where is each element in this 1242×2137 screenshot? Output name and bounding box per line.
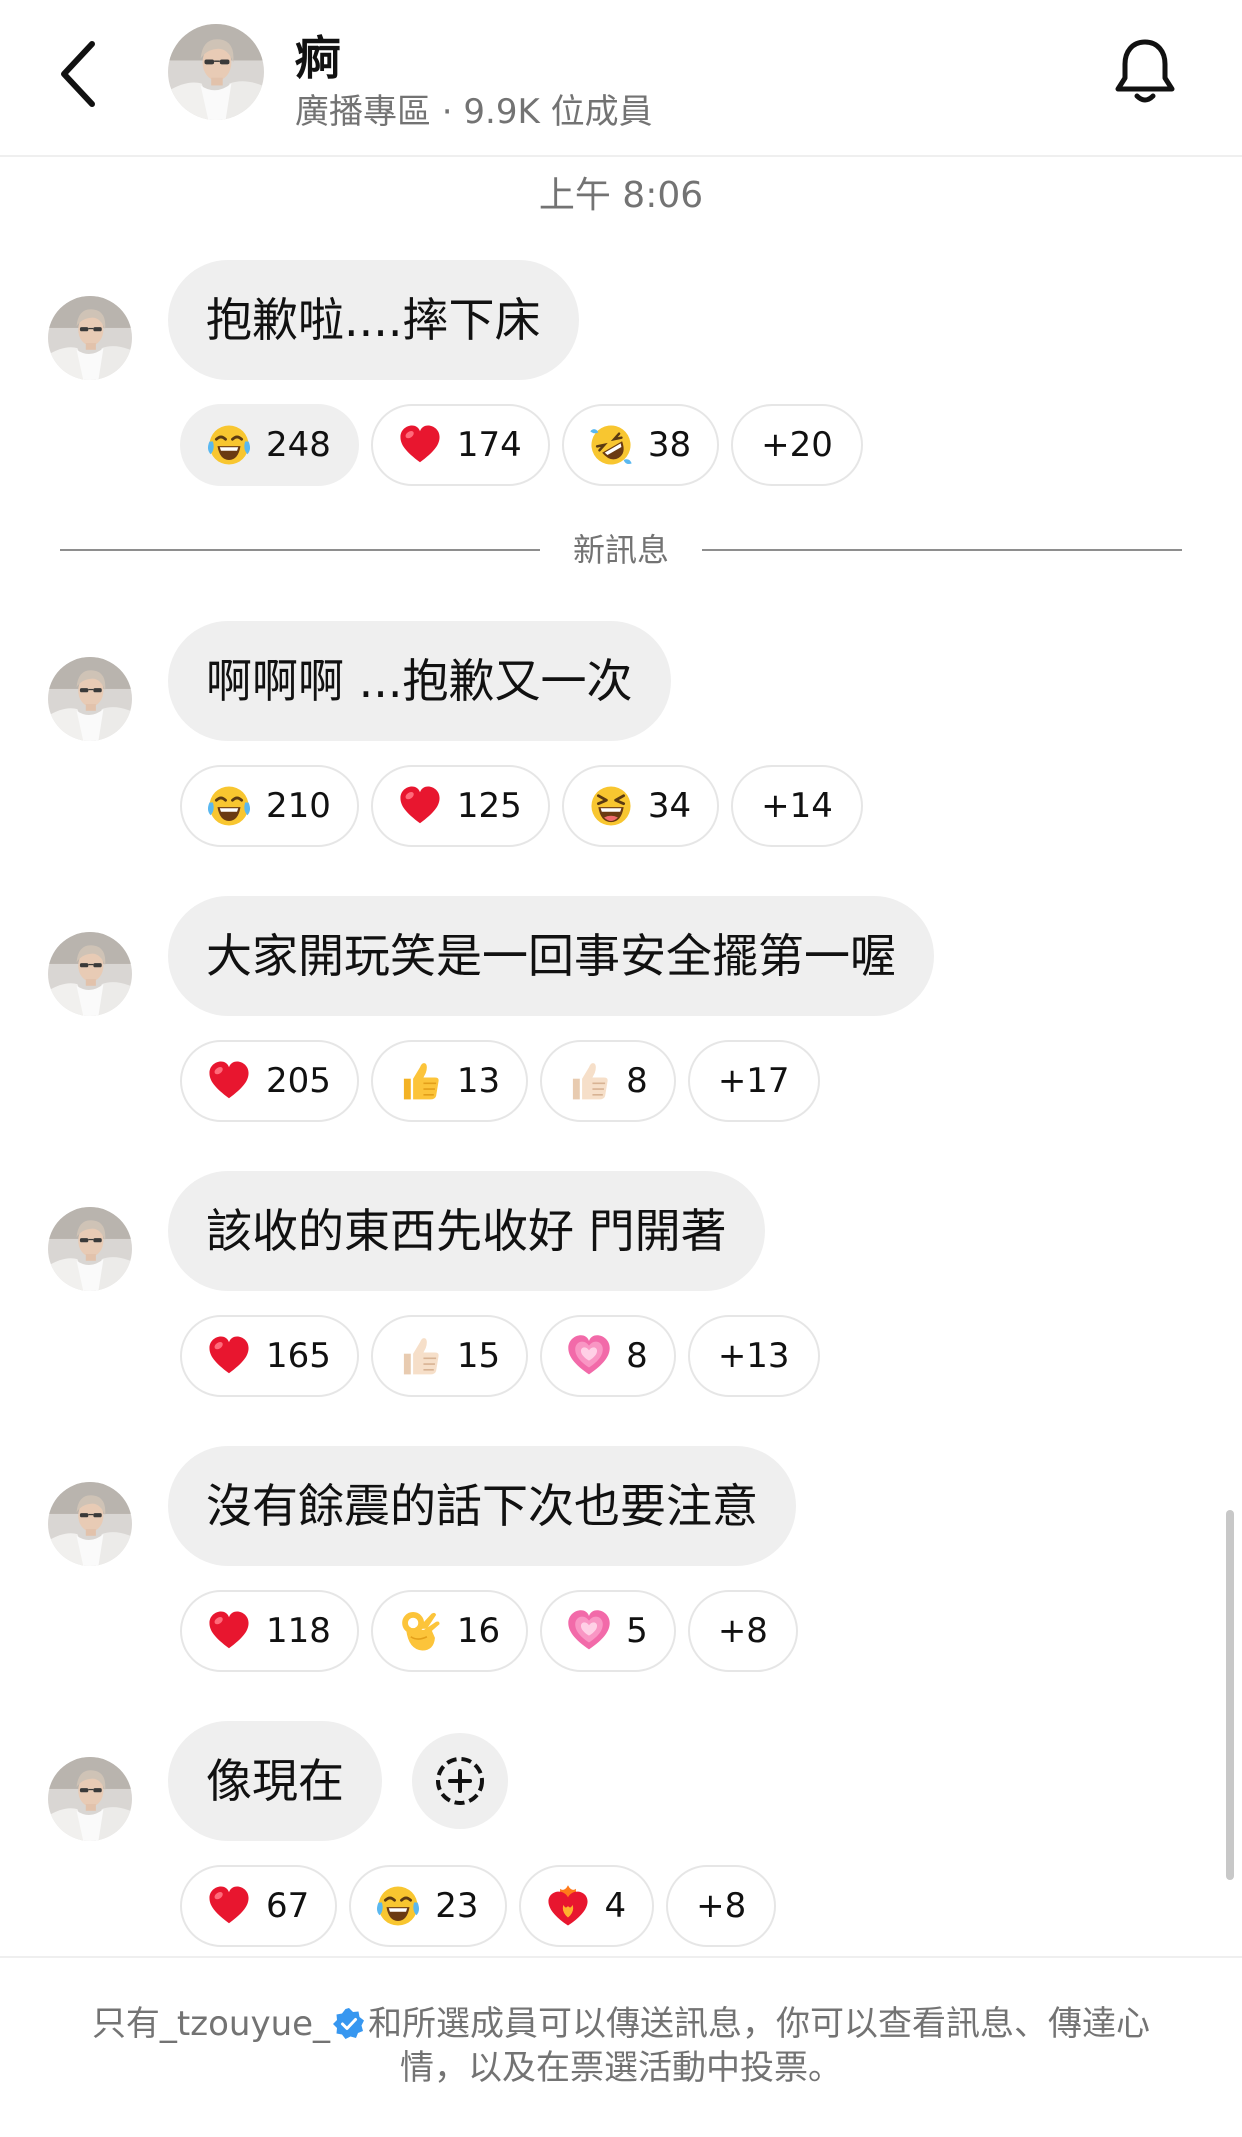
reaction-count: 118 xyxy=(266,1611,331,1651)
reaction-count: 34 xyxy=(647,786,692,826)
thumbs-up-emoji-icon xyxy=(397,1058,443,1104)
more-reactions-chip[interactable]: +17 xyxy=(687,1040,820,1122)
reaction-row: 205 13 8 +17 xyxy=(180,1040,820,1122)
reaction-chip[interactable]: 165 xyxy=(180,1315,359,1397)
reaction-count: 5 xyxy=(626,1611,648,1651)
back-button[interactable] xyxy=(52,30,112,120)
channel-subtitle[interactable]: 廣播專區 · 9.9K 位成員 xyxy=(295,84,653,133)
reaction-count: 16 xyxy=(456,1611,501,1651)
reaction-chip[interactable]: 125 xyxy=(370,765,550,847)
reaction-count: 38 xyxy=(647,425,692,465)
message-bubble[interactable]: 大家開玩笑是一回事安全擺第一喔 xyxy=(168,896,934,1016)
laughing-emoji-icon xyxy=(588,783,634,829)
sender-avatar[interactable] xyxy=(48,932,132,1016)
growing-heart-emoji-icon xyxy=(566,1608,612,1654)
scrollbar[interactable] xyxy=(1226,1510,1234,1880)
reaction-count: 248 xyxy=(266,425,331,465)
channel-avatar[interactable] xyxy=(168,24,264,120)
notification-bell-button[interactable] xyxy=(1110,34,1180,110)
add-reaction-button[interactable] xyxy=(412,1733,508,1829)
bell-icon xyxy=(1115,39,1175,103)
reaction-row: 67 23 4 +8 xyxy=(180,1865,777,1947)
footer-permission-text: 和所選成員可以傳送訊息，你可以查看訊息、傳達心情，以及在票選活動中投票。 xyxy=(368,2004,1151,2088)
more-reactions-chip[interactable]: +20 xyxy=(731,404,863,486)
message-bubble[interactable]: 啊啊啊 ...抱歉又一次 xyxy=(168,621,671,741)
sender-avatar[interactable] xyxy=(48,657,132,741)
reaction-count: 125 xyxy=(456,786,522,826)
reaction-count: 210 xyxy=(266,786,331,826)
reaction-chip[interactable]: 205 xyxy=(180,1040,359,1122)
reaction-chip[interactable]: 8 xyxy=(540,1315,676,1397)
reaction-chip[interactable]: 248 xyxy=(180,404,359,486)
reaction-chip[interactable]: 38 xyxy=(561,404,720,486)
reaction-chip[interactable]: 34 xyxy=(561,765,720,847)
growing-heart-emoji-icon xyxy=(566,1333,612,1379)
heart-emoji-icon xyxy=(397,422,443,468)
more-reactions-chip[interactable]: +8 xyxy=(666,1865,777,1947)
footer-username: 只有_tzouyue_ xyxy=(91,2004,331,2044)
reaction-count: 13 xyxy=(456,1061,501,1101)
joy-emoji-icon xyxy=(206,783,252,829)
reaction-row: 248 174 38 +20 xyxy=(180,404,863,486)
chevron-left-icon xyxy=(61,41,95,107)
joy-emoji-icon xyxy=(206,422,252,468)
reaction-count: 174 xyxy=(456,425,522,465)
divider-label: 新訊息 xyxy=(572,531,669,569)
heart-emoji-icon xyxy=(206,1883,252,1929)
ok-hand-emoji-icon xyxy=(397,1608,443,1654)
reaction-chip[interactable]: 16 xyxy=(370,1590,529,1672)
message-bubble[interactable]: 沒有餘震的話下次也要注意 xyxy=(168,1446,796,1566)
reaction-chip[interactable]: 23 xyxy=(349,1865,507,1947)
reaction-chip[interactable]: 5 xyxy=(540,1590,676,1672)
rofl-emoji-icon xyxy=(588,422,634,468)
reaction-count: 8 xyxy=(626,1336,648,1376)
footer-notice: 只有_tzouyue_ 和所選成員可以傳送訊息，你可以查看訊息、傳達心情，以及在… xyxy=(60,2002,1182,2090)
thumbs-up-light-emoji-icon xyxy=(566,1058,612,1104)
verified-badge-icon xyxy=(333,2008,365,2039)
reaction-chip[interactable]: 118 xyxy=(180,1590,359,1672)
sender-avatar[interactable] xyxy=(48,1482,132,1566)
sender-avatar[interactable] xyxy=(48,1207,132,1291)
reaction-count: 8 xyxy=(626,1061,648,1101)
more-reactions-chip[interactable]: +8 xyxy=(687,1590,798,1672)
message-timestamp: 上午 8:06 xyxy=(538,175,704,216)
sender-avatar[interactable] xyxy=(48,296,132,380)
heart-emoji-icon xyxy=(206,1058,252,1104)
reaction-chip[interactable]: 8 xyxy=(540,1040,676,1122)
reaction-count: 23 xyxy=(435,1886,479,1926)
reaction-chip[interactable]: 15 xyxy=(370,1315,529,1397)
heart-on-fire-emoji-icon xyxy=(545,1883,591,1929)
reaction-count: 67 xyxy=(266,1886,310,1926)
more-reactions-chip[interactable]: +13 xyxy=(687,1315,820,1397)
message-bubble[interactable]: 抱歉啦....摔下床 xyxy=(168,260,579,380)
reaction-chip[interactable]: 67 xyxy=(180,1865,338,1947)
channel-title[interactable]: 痾 xyxy=(295,22,341,88)
reaction-chip[interactable]: 174 xyxy=(370,404,550,486)
message-bubble[interactable]: 該收的東西先收好 門開著 xyxy=(168,1171,765,1291)
reaction-count: 165 xyxy=(266,1336,331,1376)
sender-avatar[interactable] xyxy=(48,1757,132,1841)
reaction-row: 165 15 8 +13 xyxy=(180,1315,820,1397)
reaction-row: 118 16 5 +8 xyxy=(180,1590,798,1672)
reaction-row: 210 125 34 +14 xyxy=(180,765,863,847)
reaction-count: 4 xyxy=(604,1886,627,1926)
more-reactions-chip[interactable]: +14 xyxy=(731,765,863,847)
heart-emoji-icon xyxy=(206,1608,252,1654)
reaction-chip[interactable]: 210 xyxy=(180,765,359,847)
reaction-count: 15 xyxy=(456,1336,501,1376)
joy-emoji-icon xyxy=(375,1883,421,1929)
reaction-count: 205 xyxy=(266,1061,331,1101)
reaction-chip[interactable]: 4 xyxy=(518,1865,655,1947)
broadcast-footer: 只有_tzouyue_ 和所選成員可以傳送訊息，你可以查看訊息、傳達心情，以及在… xyxy=(0,1956,1242,2137)
heart-emoji-icon xyxy=(206,1333,252,1379)
heart-emoji-icon xyxy=(397,783,443,829)
chat-header: 痾 廣播專區 · 9.9K 位成員 xyxy=(0,0,1242,157)
thumbs-up-light-emoji-icon xyxy=(397,1333,443,1379)
add-reaction-icon xyxy=(436,1757,484,1805)
message-bubble[interactable]: 像現在 xyxy=(168,1721,382,1841)
reaction-chip[interactable]: 13 xyxy=(370,1040,529,1122)
new-messages-divider: 新訊息 xyxy=(60,530,1182,570)
